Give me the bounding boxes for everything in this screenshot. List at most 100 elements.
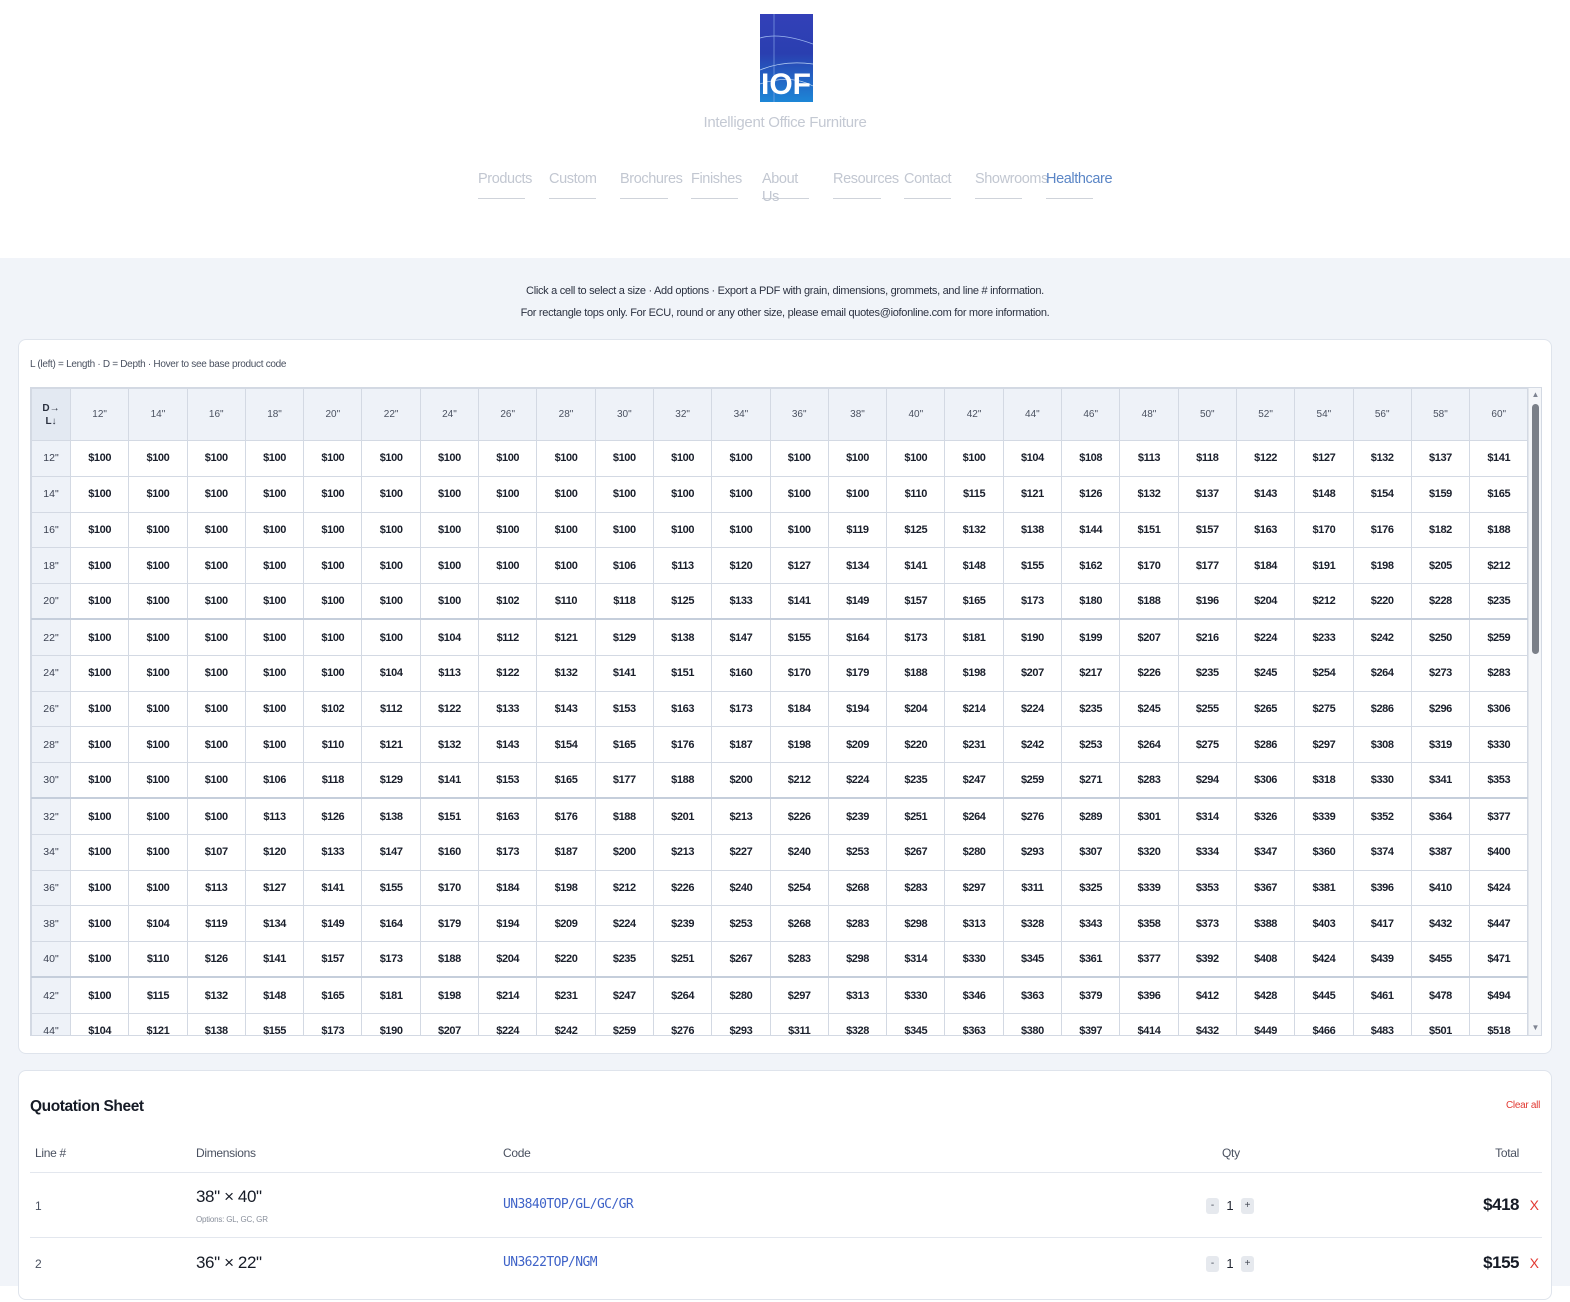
price-cell[interactable]: $100 <box>186 690 246 728</box>
price-cell[interactable]: $126 <box>303 797 363 835</box>
price-cell[interactable]: $240 <box>711 869 771 907</box>
price-cell[interactable]: $449 <box>1235 1012 1296 1035</box>
price-cell[interactable]: $184 <box>478 869 538 907</box>
price-cell[interactable]: $153 <box>478 762 538 800</box>
price-cell[interactable]: $298 <box>886 905 946 943</box>
qty-value[interactable]: 1 <box>1219 1256 1241 1271</box>
price-cell[interactable]: $364 <box>1410 797 1471 835</box>
price-cell[interactable]: $100 <box>419 583 480 621</box>
price-cell[interactable]: $176 <box>536 797 596 835</box>
price-cell[interactable]: $334 <box>1177 833 1237 871</box>
price-cell[interactable]: $148 <box>244 976 305 1014</box>
price-cell[interactable]: $100 <box>303 547 363 585</box>
price-cell[interactable]: $194 <box>478 905 538 943</box>
price-cell[interactable]: $100 <box>69 654 130 692</box>
clear-all-button[interactable]: Clear all <box>1506 1100 1540 1111</box>
price-cell[interactable]: $100 <box>361 583 421 621</box>
price-cell[interactable]: $250 <box>1410 618 1471 656</box>
price-cell[interactable]: $367 <box>1235 869 1296 907</box>
price-cell[interactable]: $126 <box>186 941 246 979</box>
price-cell[interactable]: $100 <box>186 726 246 764</box>
price-cell[interactable]: $494 <box>1469 976 1529 1014</box>
price-cell[interactable]: $201 <box>652 797 713 835</box>
price-cell[interactable]: $328 <box>827 1012 888 1035</box>
price-cell[interactable]: $177 <box>1177 547 1237 585</box>
price-cell[interactable]: $100 <box>128 547 188 585</box>
price-cell[interactable]: $104 <box>1002 440 1063 477</box>
price-cell[interactable]: $100 <box>244 475 305 513</box>
price-cell[interactable]: $165 <box>536 762 596 800</box>
price-cell[interactable]: $141 <box>769 583 829 621</box>
price-cell[interactable]: $293 <box>711 1012 771 1035</box>
price-cell[interactable]: $154 <box>1352 475 1412 513</box>
price-cell[interactable]: $100 <box>303 583 363 621</box>
price-cell[interactable]: $143 <box>478 726 538 764</box>
price-cell[interactable]: $120 <box>244 833 305 871</box>
price-cell[interactable]: $148 <box>944 547 1004 585</box>
price-cell[interactable]: $254 <box>769 869 829 907</box>
price-cell[interactable]: $235 <box>886 762 946 800</box>
price-cell[interactable]: $318 <box>1294 762 1354 800</box>
price-cell[interactable]: $363 <box>1002 976 1063 1014</box>
price-cell[interactable]: $307 <box>1061 833 1121 871</box>
price-cell[interactable]: $100 <box>69 547 130 585</box>
price-cell[interactable]: $213 <box>711 797 771 835</box>
price-cell[interactable]: $213 <box>652 833 713 871</box>
price-cell[interactable]: $417 <box>1352 905 1412 943</box>
nav-healthcare[interactable]: Healthcare <box>1046 170 1113 199</box>
price-cell[interactable]: $445 <box>1294 976 1354 1014</box>
price-cell[interactable]: $108 <box>1061 440 1121 477</box>
price-grid-scroll[interactable]: D→ L↓ 12" 14" 16" 18" 20" 22" 24" 26" 28" 30" 32" 3… <box>30 387 1542 1036</box>
price-cell[interactable]: $141 <box>886 547 946 585</box>
price-cell[interactable]: $330 <box>944 941 1004 979</box>
price-cell[interactable]: $107 <box>186 833 246 871</box>
price-cell[interactable]: $100 <box>186 583 246 621</box>
price-cell[interactable]: $198 <box>536 869 596 907</box>
price-cell[interactable]: $198 <box>769 726 829 764</box>
price-cell[interactable]: $267 <box>886 833 946 871</box>
price-cell[interactable]: $461 <box>1352 976 1412 1014</box>
price-cell[interactable]: $226 <box>652 869 713 907</box>
price-cell[interactable]: $153 <box>594 690 654 728</box>
price-cell[interactable]: $100 <box>69 475 130 513</box>
price-cell[interactable]: $100 <box>769 511 829 549</box>
price-cell[interactable]: $106 <box>594 547 654 585</box>
price-cell[interactable]: $132 <box>1352 440 1412 477</box>
price-cell[interactable]: $132 <box>419 726 480 764</box>
price-cell[interactable]: $380 <box>1002 1012 1063 1035</box>
price-cell[interactable]: $224 <box>827 762 888 800</box>
price-cell[interactable]: $173 <box>478 833 538 871</box>
price-cell[interactable]: $233 <box>1294 618 1354 656</box>
down-arrow-icon[interactable]: ▼ <box>1529 1021 1541 1035</box>
price-cell[interactable]: $100 <box>244 690 305 728</box>
price-cell[interactable]: $100 <box>186 440 246 477</box>
price-cell[interactable]: $100 <box>769 440 829 477</box>
price-cell[interactable]: $155 <box>244 1012 305 1035</box>
price-cell[interactable]: $501 <box>1410 1012 1471 1035</box>
price-cell[interactable]: $100 <box>419 475 480 513</box>
price-cell[interactable]: $100 <box>244 618 305 656</box>
price-cell[interactable]: $198 <box>419 976 480 1014</box>
price-cell[interactable]: $104 <box>128 905 188 943</box>
price-cell[interactable]: $187 <box>536 833 596 871</box>
price-cell[interactable]: $311 <box>769 1012 829 1035</box>
price-cell[interactable]: $181 <box>944 618 1004 656</box>
price-cell[interactable]: $353 <box>1469 762 1529 800</box>
price-cell[interactable]: $100 <box>186 618 246 656</box>
price-cell[interactable]: $100 <box>128 869 188 907</box>
price-cell[interactable]: $280 <box>711 976 771 1014</box>
price-cell[interactable]: $352 <box>1352 797 1412 835</box>
price-cell[interactable]: $100 <box>652 511 713 549</box>
price-cell[interactable]: $100 <box>69 762 130 800</box>
price-cell[interactable]: $100 <box>711 440 771 477</box>
price-cell[interactable]: $313 <box>827 976 888 1014</box>
price-cell[interactable]: $297 <box>944 869 1004 907</box>
price-cell[interactable]: $182 <box>1410 511 1471 549</box>
price-cell[interactable]: $100 <box>69 618 130 656</box>
price-cell[interactable]: $100 <box>186 547 246 585</box>
price-cell[interactable]: $226 <box>1119 654 1179 692</box>
price-cell[interactable]: $100 <box>244 654 305 692</box>
price-cell[interactable]: $151 <box>652 654 713 692</box>
price-cell[interactable]: $283 <box>827 905 888 943</box>
price-cell[interactable]: $115 <box>128 976 188 1014</box>
